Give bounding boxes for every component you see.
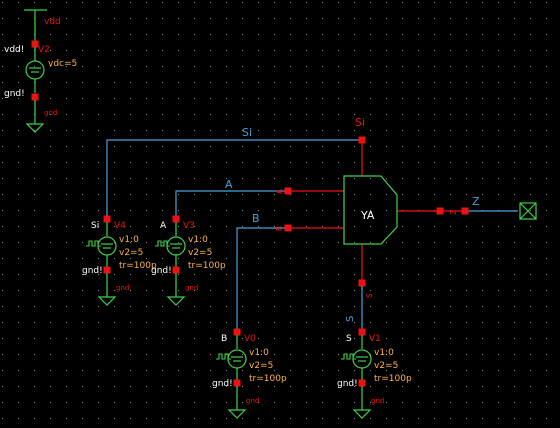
source-minus-label: gnd! (337, 379, 358, 389)
vdd-instance-label: V2 (38, 45, 50, 55)
net-label-si-pin: Si (355, 116, 365, 129)
ya-pin-z-inner[interactable] (436, 207, 444, 215)
source-param-v2: v2=5 (374, 361, 398, 371)
source-gnd-label: gnd (371, 397, 384, 405)
source-pin-minus[interactable] (233, 379, 241, 387)
net-label-si: Si (242, 126, 252, 139)
source-param-v2: v2=5 (249, 361, 273, 371)
ya-pin-si[interactable] (358, 136, 366, 144)
ya-pin-z-label: Z (449, 210, 458, 215)
source-param-v1: v1:0 (188, 235, 208, 245)
vdd-gnd-label: gnd (44, 109, 57, 117)
ya-pin-s[interactable] (358, 279, 366, 287)
ya-pin-a-label: A (275, 189, 284, 194)
net-label-s: S (345, 316, 356, 322)
source-instance-label: V4 (114, 221, 126, 231)
net-label-b: B (252, 212, 260, 225)
source-instance-label: V0 (244, 334, 256, 344)
source-minus-label: gnd! (212, 379, 233, 389)
vdd-neg-label: gnd! (4, 89, 25, 99)
vdd-param: vdc=5 (48, 59, 77, 69)
source-param-v1: v1:0 (119, 235, 139, 245)
source-param-v1: v1:0 (249, 348, 269, 358)
source-gnd-label: gnd (246, 397, 259, 405)
source-minus-label: gnd! (82, 266, 103, 276)
source-plus-label: Si (91, 221, 99, 231)
net-label-a: A (225, 178, 233, 191)
grid-dots (0, 0, 560, 428)
source-param-tr: tr=100p (249, 374, 287, 384)
source-param-tr: tr=100p (374, 374, 412, 384)
ya-pin-b-label: B (275, 226, 284, 231)
net-label-z: Z (472, 195, 480, 208)
schematic-canvas[interactable]: vdd vdd! V2 vdc=5 gnd! gnd Si Si A B Z S (0, 0, 560, 428)
ya-pin-a[interactable] (284, 187, 292, 195)
source-param-v2: v2=5 (188, 248, 212, 258)
source-pin-plus[interactable] (103, 215, 111, 223)
source-gnd-label: gnd (185, 284, 198, 292)
source-minus-label: gnd! (151, 266, 172, 276)
source-pin-minus[interactable] (172, 266, 180, 274)
source-pin-plus[interactable] (233, 328, 241, 336)
source-pin-minus[interactable] (103, 266, 111, 274)
source-plus-label: S (346, 334, 352, 344)
ya-pin-s-label: S (365, 293, 374, 298)
source-param-v2: v2=5 (119, 248, 143, 258)
ya-pin-z[interactable] (461, 207, 469, 215)
source-pin-plus[interactable] (172, 215, 180, 223)
vdd-pin-minus[interactable] (31, 93, 39, 101)
source-param-tr: tr=100p (188, 261, 226, 271)
vdd-supply-label: vdd (44, 17, 61, 27)
source-gnd-label: gnd (116, 284, 129, 292)
ya-cell-name: YA (360, 209, 375, 222)
source-plus-label: B (221, 334, 227, 344)
ya-pin-b[interactable] (284, 224, 292, 232)
source-pin-minus[interactable] (358, 379, 366, 387)
vdd-pos-label: vdd! (4, 45, 24, 55)
source-pin-plus[interactable] (358, 328, 366, 336)
source-plus-label: A (160, 221, 167, 231)
source-instance-label: V3 (183, 221, 195, 231)
source-param-v1: v1:0 (374, 348, 394, 358)
source-instance-label: V1 (369, 334, 381, 344)
